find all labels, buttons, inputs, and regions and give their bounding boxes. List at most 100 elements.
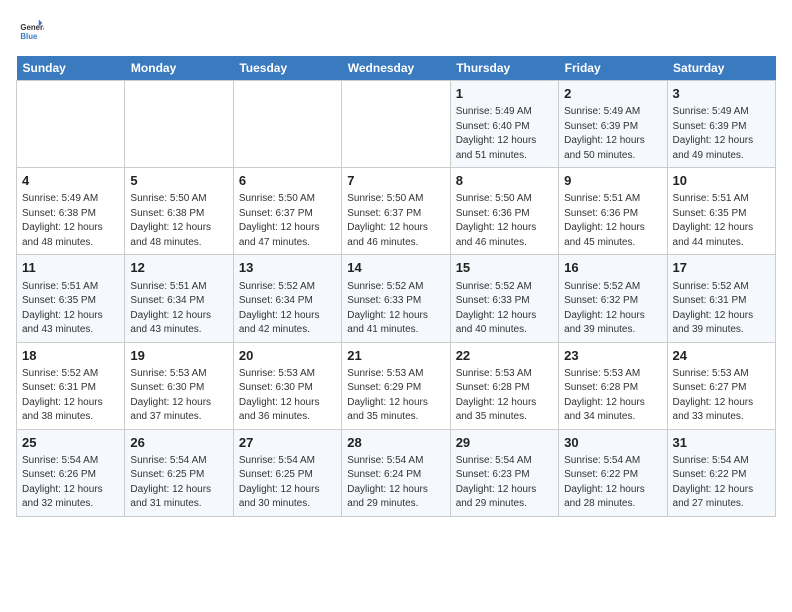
day-info: Sunrise: 5:49 AM Sunset: 6:38 PM Dayligh… bbox=[22, 192, 119, 250]
week-row-4: 18 Sunrise: 5:52 AM Sunset: 6:31 PM Dayli… bbox=[17, 342, 776, 429]
calendar-cell bbox=[233, 81, 341, 168]
day-info: Sunrise: 5:54 AM Sunset: 6:22 PM Dayligh… bbox=[564, 454, 661, 512]
calendar-cell: 30 Sunrise: 5:54 AM Sunset: 6:22 PM Dayli… bbox=[559, 429, 667, 516]
day-info: Sunrise: 5:52 AM Sunset: 6:32 PM Dayligh… bbox=[564, 280, 661, 338]
day-info: Sunrise: 5:54 AM Sunset: 6:23 PM Dayligh… bbox=[456, 454, 553, 512]
day-info: Sunrise: 5:52 AM Sunset: 6:33 PM Dayligh… bbox=[456, 280, 553, 338]
day-number: 11 bbox=[22, 259, 119, 277]
header-saturday: Saturday bbox=[667, 56, 775, 81]
day-info: Sunrise: 5:54 AM Sunset: 6:25 PM Dayligh… bbox=[130, 454, 227, 512]
day-number: 17 bbox=[673, 259, 770, 277]
header-sunday: Sunday bbox=[17, 56, 125, 81]
day-number: 27 bbox=[239, 434, 336, 452]
day-number: 12 bbox=[130, 259, 227, 277]
calendar-cell: 5 Sunrise: 5:50 AM Sunset: 6:38 PM Daylig… bbox=[125, 168, 233, 255]
day-info: Sunrise: 5:53 AM Sunset: 6:30 PM Dayligh… bbox=[239, 367, 336, 425]
calendar-cell: 20 Sunrise: 5:53 AM Sunset: 6:30 PM Dayli… bbox=[233, 342, 341, 429]
day-number: 31 bbox=[673, 434, 770, 452]
calendar-cell: 16 Sunrise: 5:52 AM Sunset: 6:32 PM Dayli… bbox=[559, 255, 667, 342]
day-number: 6 bbox=[239, 172, 336, 190]
calendar-cell: 21 Sunrise: 5:53 AM Sunset: 6:29 PM Dayli… bbox=[342, 342, 450, 429]
calendar-cell: 10 Sunrise: 5:51 AM Sunset: 6:35 PM Dayli… bbox=[667, 168, 775, 255]
calendar-cell: 18 Sunrise: 5:52 AM Sunset: 6:31 PM Dayli… bbox=[17, 342, 125, 429]
day-number: 29 bbox=[456, 434, 553, 452]
day-info: Sunrise: 5:51 AM Sunset: 6:36 PM Dayligh… bbox=[564, 192, 661, 250]
day-info: Sunrise: 5:52 AM Sunset: 6:34 PM Dayligh… bbox=[239, 280, 336, 338]
day-info: Sunrise: 5:53 AM Sunset: 6:30 PM Dayligh… bbox=[130, 367, 227, 425]
day-number: 14 bbox=[347, 259, 444, 277]
day-number: 20 bbox=[239, 347, 336, 365]
calendar-cell: 4 Sunrise: 5:49 AM Sunset: 6:38 PM Daylig… bbox=[17, 168, 125, 255]
header-tuesday: Tuesday bbox=[233, 56, 341, 81]
svg-text:Blue: Blue bbox=[20, 32, 38, 41]
day-info: Sunrise: 5:53 AM Sunset: 6:27 PM Dayligh… bbox=[673, 367, 770, 425]
day-number: 23 bbox=[564, 347, 661, 365]
day-number: 25 bbox=[22, 434, 119, 452]
calendar-cell: 26 Sunrise: 5:54 AM Sunset: 6:25 PM Dayli… bbox=[125, 429, 233, 516]
day-info: Sunrise: 5:52 AM Sunset: 6:31 PM Dayligh… bbox=[673, 280, 770, 338]
day-info: Sunrise: 5:52 AM Sunset: 6:31 PM Dayligh… bbox=[22, 367, 119, 425]
header-wednesday: Wednesday bbox=[342, 56, 450, 81]
day-number: 15 bbox=[456, 259, 553, 277]
calendar-table: SundayMondayTuesdayWednesdayThursdayFrid… bbox=[16, 56, 776, 517]
calendar-cell: 19 Sunrise: 5:53 AM Sunset: 6:30 PM Dayli… bbox=[125, 342, 233, 429]
calendar-cell: 29 Sunrise: 5:54 AM Sunset: 6:23 PM Dayli… bbox=[450, 429, 558, 516]
calendar-cell: 3Sunrise: 5:49 AM Sunset: 6:39 PM Daylig… bbox=[667, 81, 775, 168]
calendar-cell: 31 Sunrise: 5:54 AM Sunset: 6:22 PM Dayli… bbox=[667, 429, 775, 516]
day-info: Sunrise: 5:53 AM Sunset: 6:29 PM Dayligh… bbox=[347, 367, 444, 425]
calendar-cell: 28 Sunrise: 5:54 AM Sunset: 6:24 PM Dayli… bbox=[342, 429, 450, 516]
day-info: Sunrise: 5:50 AM Sunset: 6:38 PM Dayligh… bbox=[130, 192, 227, 250]
day-info: Sunrise: 5:51 AM Sunset: 6:35 PM Dayligh… bbox=[673, 192, 770, 250]
day-number: 18 bbox=[22, 347, 119, 365]
day-number: 8 bbox=[456, 172, 553, 190]
day-number: 7 bbox=[347, 172, 444, 190]
day-info: Sunrise: 5:51 AM Sunset: 6:35 PM Dayligh… bbox=[22, 280, 119, 338]
day-info: Sunrise: 5:49 AM Sunset: 6:39 PM Dayligh… bbox=[564, 105, 661, 163]
week-row-5: 25 Sunrise: 5:54 AM Sunset: 6:26 PM Dayli… bbox=[17, 429, 776, 516]
calendar-cell: 17 Sunrise: 5:52 AM Sunset: 6:31 PM Dayli… bbox=[667, 255, 775, 342]
day-number: 13 bbox=[239, 259, 336, 277]
day-number: 1 bbox=[456, 85, 553, 103]
calendar-cell: 14Sunrise: 5:52 AM Sunset: 6:33 PM Dayli… bbox=[342, 255, 450, 342]
day-number: 5 bbox=[130, 172, 227, 190]
day-number: 30 bbox=[564, 434, 661, 452]
calendar-cell: 7Sunrise: 5:50 AM Sunset: 6:37 PM Daylig… bbox=[342, 168, 450, 255]
calendar-cell bbox=[17, 81, 125, 168]
day-number: 19 bbox=[130, 347, 227, 365]
calendar-cell: 24 Sunrise: 5:53 AM Sunset: 6:27 PM Dayli… bbox=[667, 342, 775, 429]
day-number: 26 bbox=[130, 434, 227, 452]
day-number: 4 bbox=[22, 172, 119, 190]
day-number: 9 bbox=[564, 172, 661, 190]
logo: General Blue bbox=[16, 16, 48, 44]
header-thursday: Thursday bbox=[450, 56, 558, 81]
day-info: Sunrise: 5:50 AM Sunset: 6:37 PM Dayligh… bbox=[239, 192, 336, 250]
calendar-cell: 6 Sunrise: 5:50 AM Sunset: 6:37 PM Daylig… bbox=[233, 168, 341, 255]
page-header: General Blue bbox=[16, 16, 776, 44]
calendar-cell bbox=[125, 81, 233, 168]
day-info: Sunrise: 5:53 AM Sunset: 6:28 PM Dayligh… bbox=[456, 367, 553, 425]
day-info: Sunrise: 5:54 AM Sunset: 6:25 PM Dayligh… bbox=[239, 454, 336, 512]
calendar-cell: 13 Sunrise: 5:52 AM Sunset: 6:34 PM Dayli… bbox=[233, 255, 341, 342]
calendar-cell: 1Sunrise: 5:49 AM Sunset: 6:40 PM Daylig… bbox=[450, 81, 558, 168]
day-info: Sunrise: 5:50 AM Sunset: 6:36 PM Dayligh… bbox=[456, 192, 553, 250]
day-number: 2 bbox=[564, 85, 661, 103]
calendar-header-row: SundayMondayTuesdayWednesdayThursdayFrid… bbox=[17, 56, 776, 81]
day-number: 21 bbox=[347, 347, 444, 365]
calendar-cell: 12 Sunrise: 5:51 AM Sunset: 6:34 PM Dayli… bbox=[125, 255, 233, 342]
week-row-3: 11 Sunrise: 5:51 AM Sunset: 6:35 PM Dayli… bbox=[17, 255, 776, 342]
day-number: 22 bbox=[456, 347, 553, 365]
calendar-cell: 8 Sunrise: 5:50 AM Sunset: 6:36 PM Daylig… bbox=[450, 168, 558, 255]
header-friday: Friday bbox=[559, 56, 667, 81]
day-info: Sunrise: 5:53 AM Sunset: 6:28 PM Dayligh… bbox=[564, 367, 661, 425]
calendar-cell bbox=[342, 81, 450, 168]
day-number: 24 bbox=[673, 347, 770, 365]
day-number: 10 bbox=[673, 172, 770, 190]
day-info: Sunrise: 5:54 AM Sunset: 6:24 PM Dayligh… bbox=[347, 454, 444, 512]
calendar-cell: 23 Sunrise: 5:53 AM Sunset: 6:28 PM Dayli… bbox=[559, 342, 667, 429]
day-info: Sunrise: 5:51 AM Sunset: 6:34 PM Dayligh… bbox=[130, 280, 227, 338]
day-number: 16 bbox=[564, 259, 661, 277]
day-info: Sunrise: 5:54 AM Sunset: 6:22 PM Dayligh… bbox=[673, 454, 770, 512]
day-info: Sunrise: 5:54 AM Sunset: 6:26 PM Dayligh… bbox=[22, 454, 119, 512]
day-number: 3 bbox=[673, 85, 770, 103]
day-number: 28 bbox=[347, 434, 444, 452]
